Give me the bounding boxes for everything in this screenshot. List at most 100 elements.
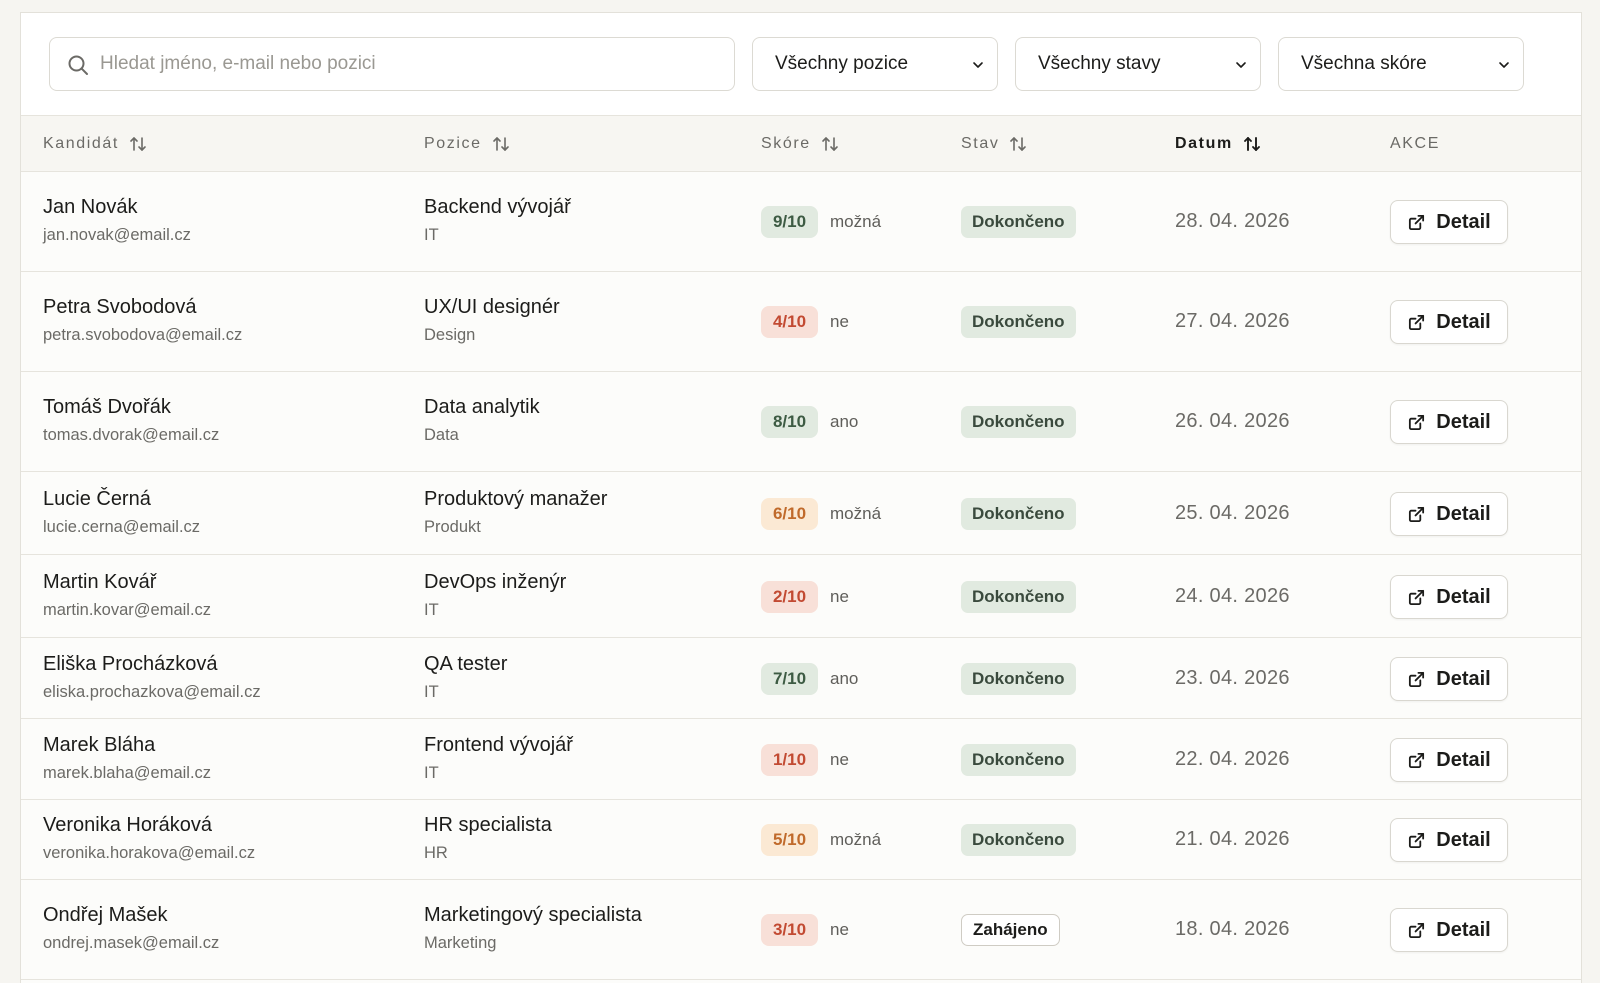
column-header-position[interactable]: Pozice bbox=[424, 116, 510, 172]
score-verdict: možná bbox=[830, 212, 882, 231]
score-verdict: ne bbox=[830, 750, 849, 769]
detail-button[interactable]: Detail bbox=[1390, 657, 1508, 701]
score-cell: 3/10 ne bbox=[761, 914, 849, 946]
candidate-name: Tomáš Dvořák bbox=[43, 396, 171, 418]
table-row: Martin Kovář martin.kovar@email.cz DevOps … bbox=[21, 555, 1581, 638]
score-verdict: ne bbox=[830, 920, 849, 939]
action-cell: Detail bbox=[1390, 657, 1508, 701]
candidates-panel: Všechny pozice Všechny stavy Všechna skó… bbox=[20, 12, 1582, 983]
external-link-icon bbox=[1409, 414, 1425, 430]
position-title: DevOps inženýr bbox=[424, 571, 567, 593]
detail-button[interactable]: Detail bbox=[1390, 300, 1508, 344]
candidate-email: lucie.cerna@email.cz bbox=[43, 518, 201, 536]
detail-button-label: Detail bbox=[1436, 502, 1491, 525]
detail-button[interactable]: Detail bbox=[1390, 738, 1508, 782]
score-cell: 7/10 ano bbox=[761, 663, 858, 695]
sort-icon bbox=[1010, 137, 1027, 151]
candidate-cell: Lucie Černá lucie.cerna@email.cz bbox=[43, 487, 200, 537]
candidate-cell: Eliška Procházková eliska.prochazkova@ema… bbox=[43, 652, 261, 702]
table-row: Eliška Procházková eliska.prochazkova@ema… bbox=[21, 638, 1581, 719]
detail-button-label: Detail bbox=[1436, 210, 1491, 233]
score-cell: 9/10 možná bbox=[761, 206, 881, 238]
date-cell: 22. 04. 2026 bbox=[1175, 748, 1290, 770]
date-cell: 18. 04. 2026 bbox=[1175, 918, 1290, 940]
detail-button[interactable]: Detail bbox=[1390, 200, 1508, 244]
position-cell: Backend vývojář IT bbox=[424, 195, 571, 245]
column-header-status[interactable]: Stav bbox=[961, 116, 1027, 172]
table-row: Marek Bláha marek.blaha@email.cz Frontend … bbox=[21, 719, 1581, 800]
external-link-icon bbox=[1409, 506, 1425, 522]
score-verdict: možná bbox=[830, 504, 882, 523]
column-header-actions: AKCE bbox=[1390, 116, 1440, 172]
sort-icon bbox=[130, 137, 146, 151]
status-badge: Dokončeno bbox=[961, 824, 1076, 856]
search-box[interactable] bbox=[49, 37, 735, 91]
detail-button-label: Detail bbox=[1436, 667, 1491, 690]
candidate-cell: Ondřej Mašek ondrej.masek@email.cz bbox=[43, 903, 219, 953]
position-department: IT bbox=[424, 764, 439, 782]
position-title: Produktový manažer bbox=[424, 488, 608, 510]
chevron-down-icon bbox=[1236, 62, 1246, 68]
column-header-score[interactable]: Skóre bbox=[761, 116, 839, 172]
score-filter-value: Všechna skóre bbox=[1301, 53, 1427, 74]
column-header-label: Stav bbox=[961, 135, 1000, 152]
detail-button[interactable]: Detail bbox=[1390, 818, 1508, 862]
position-department: Produkt bbox=[424, 518, 481, 536]
detail-button[interactable]: Detail bbox=[1390, 400, 1508, 444]
action-cell: Detail bbox=[1390, 908, 1508, 952]
column-header-date[interactable]: Datum bbox=[1175, 116, 1261, 172]
date-cell: 24. 04. 2026 bbox=[1175, 585, 1290, 607]
detail-button[interactable]: Detail bbox=[1390, 908, 1508, 952]
candidate-name: Veronika Horáková bbox=[43, 814, 212, 836]
detail-button-label: Detail bbox=[1436, 585, 1491, 608]
detail-button[interactable]: Detail bbox=[1390, 492, 1508, 536]
detail-button-label: Detail bbox=[1436, 410, 1491, 433]
detail-button-label: Detail bbox=[1436, 828, 1491, 851]
score-cell: 1/10 ne bbox=[761, 744, 849, 776]
score-badge: 1/10 bbox=[761, 744, 818, 776]
candidate-name: Petra Svobodová bbox=[43, 296, 197, 318]
search-input[interactable] bbox=[100, 38, 720, 90]
status-cell: Dokončeno bbox=[961, 498, 1076, 530]
candidate-email: ondrej.masek@email.cz bbox=[43, 934, 220, 952]
external-link-icon bbox=[1409, 671, 1425, 687]
score-verdict: ano bbox=[830, 412, 859, 431]
status-cell: Dokončeno bbox=[961, 306, 1076, 338]
score-badge: 4/10 bbox=[761, 306, 818, 338]
chevron-down-icon bbox=[973, 62, 983, 68]
score-cell: 5/10 možná bbox=[761, 824, 881, 856]
column-header-candidate[interactable]: Kandidát bbox=[43, 116, 147, 172]
score-verdict: ano bbox=[830, 669, 859, 688]
action-cell: Detail bbox=[1390, 492, 1508, 536]
table-row: Ondřej Mašek ondrej.masek@email.cz Marketi… bbox=[21, 880, 1581, 980]
action-cell: Detail bbox=[1390, 818, 1508, 862]
table-row: Tomáš Dvořák tomas.dvorak@email.cz Data an… bbox=[21, 372, 1581, 472]
date-cell: 23. 04. 2026 bbox=[1175, 667, 1290, 689]
detail-button[interactable]: Detail bbox=[1390, 575, 1508, 619]
candidate-email: jan.novak@email.cz bbox=[43, 226, 191, 244]
column-header-label: Skóre bbox=[761, 135, 811, 152]
action-cell: Detail bbox=[1390, 400, 1508, 444]
table-row: Jan Novák jan.novak@email.cz Backend vývoj… bbox=[21, 172, 1581, 272]
score-filter-select[interactable]: Všechna skóre bbox=[1278, 37, 1524, 91]
position-cell: Frontend vývojář IT bbox=[424, 733, 573, 783]
status-filter-select[interactable]: Všechny stavy bbox=[1015, 37, 1261, 91]
position-title: Data analytik bbox=[424, 396, 540, 418]
position-filter-select[interactable]: Všechny pozice bbox=[752, 37, 998, 91]
candidate-cell: Marek Bláha marek.blaha@email.cz bbox=[43, 733, 211, 783]
position-cell: Produktový manažer Produkt bbox=[424, 487, 607, 537]
action-cell: Detail bbox=[1390, 738, 1508, 782]
score-verdict: ne bbox=[830, 312, 849, 331]
table-header: Kandidát Pozice Skóre Stav Datum AKCE bbox=[21, 115, 1581, 172]
position-title: UX/UI designér bbox=[424, 296, 560, 318]
status-badge: Dokončeno bbox=[961, 581, 1076, 613]
position-title: Frontend vývojář bbox=[424, 734, 573, 756]
candidate-name: Ondřej Mašek bbox=[43, 904, 168, 926]
position-title: HR specialista bbox=[424, 814, 552, 836]
chevron-down-icon bbox=[1499, 62, 1509, 68]
detail-button-label: Detail bbox=[1436, 748, 1491, 771]
table-row: Lucie Černá lucie.cerna@email.cz Produktov… bbox=[21, 472, 1581, 555]
candidate-cell: Petra Svobodová petra.svobodova@email.cz bbox=[43, 295, 242, 345]
detail-button-label: Detail bbox=[1436, 918, 1491, 941]
sort-icon bbox=[1243, 137, 1260, 151]
